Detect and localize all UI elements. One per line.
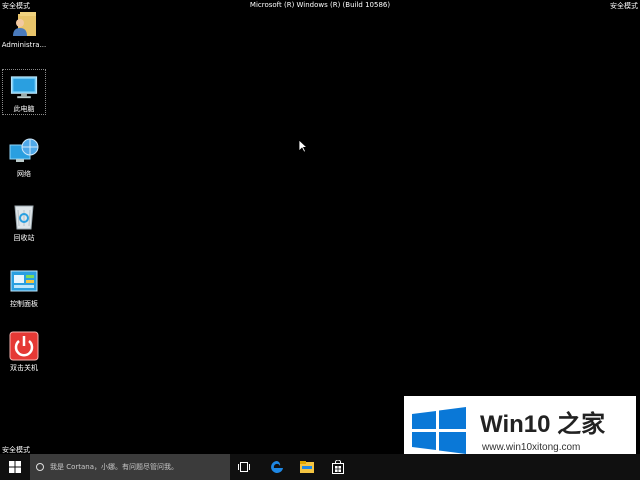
computer-icon [10, 76, 38, 99]
watermark-brand: Win10 之家 [480, 411, 606, 438]
taskbar: 我是 Cortana，小娜。有问题尽管问我。 [0, 454, 640, 480]
store-icon [332, 460, 344, 474]
desktop-icon-label: Administra... [1, 41, 47, 49]
edge-button[interactable] [269, 459, 285, 475]
store-button[interactable] [330, 459, 346, 475]
task-view-icon [238, 462, 250, 472]
search-placeholder: 我是 Cortana，小娜。有问题尽管问我。 [50, 463, 179, 471]
desktop-icon-network[interactable]: 网络 [2, 134, 46, 180]
windows-logo-icon [412, 407, 466, 454]
control-panel-icon [10, 270, 38, 292]
edge-icon [271, 461, 283, 473]
cortana-circle-icon [36, 463, 44, 471]
recycle-bin-icon [14, 205, 34, 230]
cortana-search-box[interactable]: 我是 Cortana，小娜。有问题尽管问我。 [30, 454, 230, 480]
desktop-icon-recycle-bin[interactable]: 回收站 [2, 198, 46, 244]
build-title: Microsoft (R) Windows (R) (Build 10586) [249, 1, 391, 9]
desktop-icon-label: 此电脑 [13, 105, 35, 113]
start-button[interactable] [0, 454, 30, 480]
mouse-cursor-icon [298, 139, 308, 153]
desktop-icon-label: 控制面板 [10, 300, 38, 308]
desktop-icon-control-panel[interactable]: 控制面板 [2, 264, 46, 310]
watermark-badge: Win10 之家 www.win10xitong.com [404, 396, 636, 462]
file-explorer-button[interactable] [299, 459, 315, 475]
file-explorer-icon [300, 461, 314, 473]
network-icon [9, 138, 39, 162]
watermark-url: www.win10xitong.com [482, 442, 581, 453]
desktop-icon-label: 网络 [17, 170, 31, 178]
desktop-icon-label: 双击关机 [10, 364, 38, 372]
desktop-icon-this-pc[interactable]: 此电脑 [2, 69, 46, 115]
desktop-icon-label: 回收站 [13, 234, 35, 242]
desktop-icon-shutdown[interactable]: 双击关机 [2, 328, 46, 374]
windows-logo-icon [9, 461, 21, 473]
user-folder-icon [13, 12, 36, 36]
shutdown-icon [9, 331, 39, 361]
desktop-icon-administrator[interactable]: Administra... [2, 6, 46, 52]
task-view-button[interactable] [236, 459, 252, 475]
safe-mode-label-top-right: 安全模式 [610, 2, 638, 10]
